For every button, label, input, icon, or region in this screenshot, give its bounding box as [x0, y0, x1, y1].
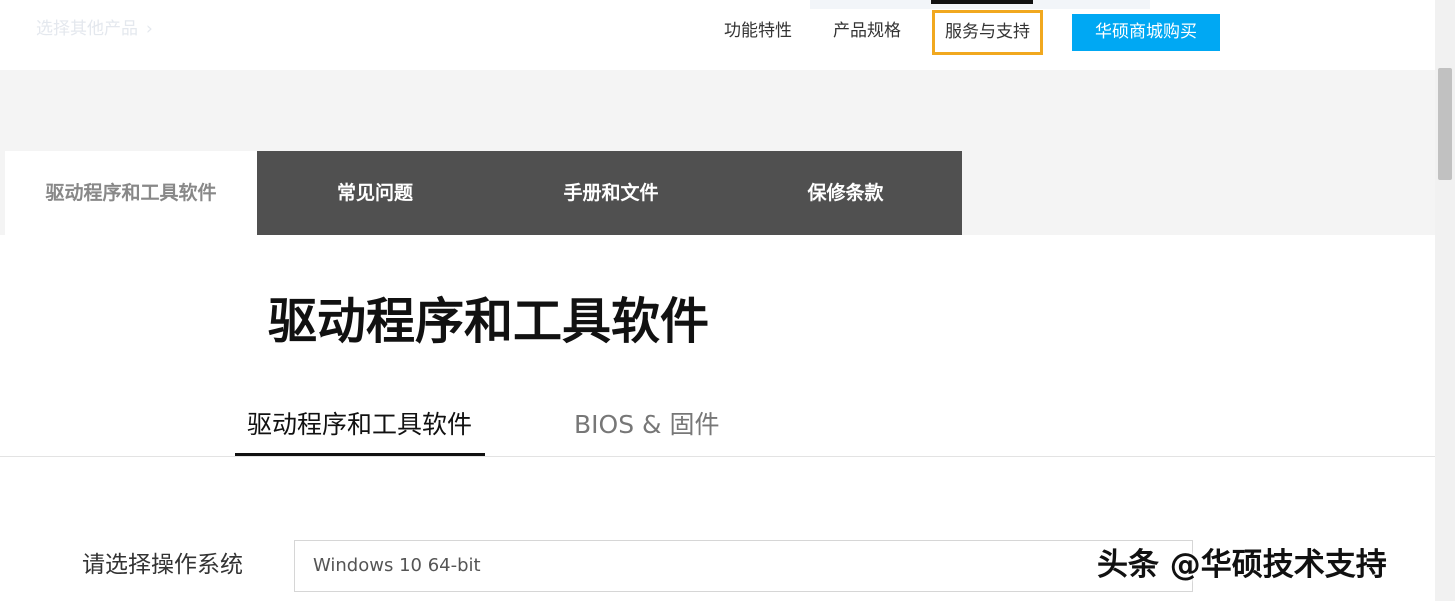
os-select[interactable]: Windows 10 64-bit: [294, 540, 1193, 592]
buy-button[interactable]: 华硕商城购买: [1072, 14, 1220, 51]
tab-faq[interactable]: 常见问题: [257, 151, 493, 235]
back-link-label: 选择其他产品: [36, 19, 138, 39]
tab-warranty[interactable]: 保修条款: [729, 151, 962, 235]
select-other-product-link[interactable]: 选择其他产品 ›: [36, 14, 153, 39]
sub-tab-drivers[interactable]: 驱动程序和工具软件: [247, 408, 472, 442]
tab-manuals[interactable]: 手册和文件: [493, 151, 729, 235]
tab-drivers[interactable]: 驱动程序和工具软件: [5, 151, 257, 235]
active-nav-indicator: [931, 0, 1033, 4]
nav-support[interactable]: 服务与支持: [932, 10, 1043, 55]
scrollbar-thumb[interactable]: [1438, 68, 1452, 180]
page-title: 驱动程序和工具软件: [268, 293, 710, 350]
nav-features[interactable]: 功能特性: [724, 20, 792, 42]
sub-tab-divider: [0, 456, 1435, 457]
watermark: 头条 @华硕技术支持: [1097, 547, 1387, 583]
nav-specs[interactable]: 产品规格: [833, 20, 901, 42]
sub-tab-bios[interactable]: BIOS & 固件: [574, 408, 719, 442]
main-tabs: 驱动程序和工具软件 常见问题 手册和文件 保修条款: [5, 151, 962, 235]
os-select-label: 请选择操作系统: [82, 552, 243, 578]
top-navigation: 选择其他产品 › 功能特性 产品规格 服务与支持 华硕商城购买: [0, 0, 1435, 70]
chevron-right-icon: ›: [146, 19, 153, 39]
